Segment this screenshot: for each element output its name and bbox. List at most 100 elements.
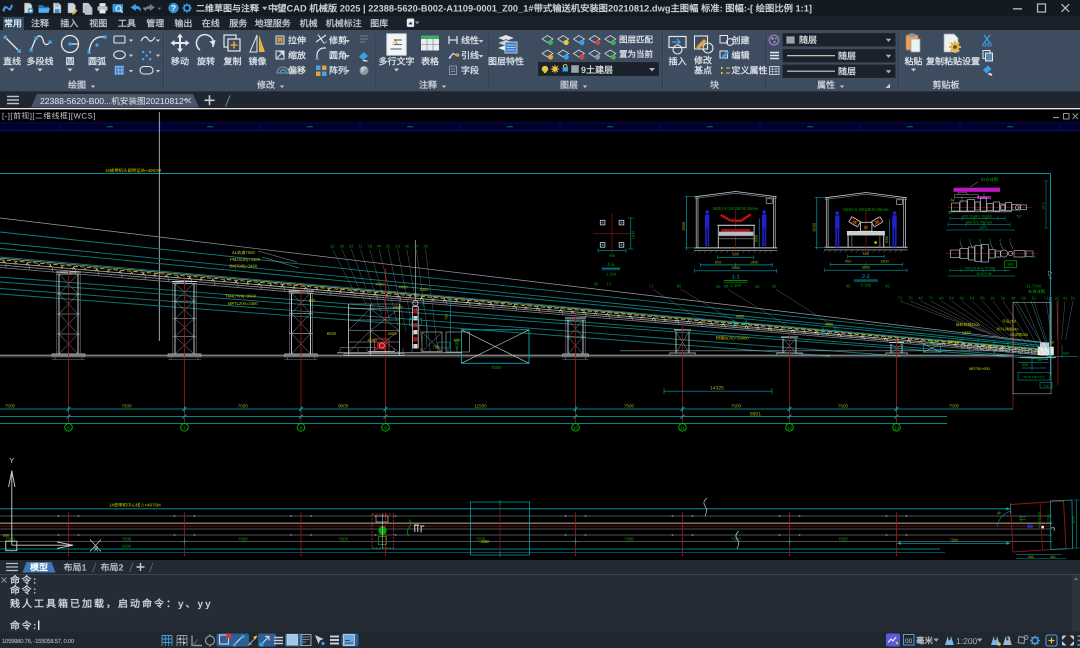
svg-text:B1: B1 <box>948 211 952 215</box>
svg-text:旋转: 旋转 <box>196 57 215 67</box>
svg-text:机械标注: 机械标注 <box>326 19 362 29</box>
svg-text:9000: 9000 <box>338 403 349 408</box>
svg-text:图层: 图层 <box>560 80 578 90</box>
svg-text:000 20 84 5 70 000: 000 20 84 5 70 000 <box>965 266 994 270</box>
svg-text:1:200: 1:200 <box>956 636 978 646</box>
svg-text:MR700+600: MR700+600 <box>969 367 990 371</box>
svg-text:65: 65 <box>772 284 777 289</box>
svg-text:00: 00 <box>905 638 913 645</box>
svg-text:随层: 随层 <box>838 67 856 77</box>
svg-text:33: 33 <box>349 243 354 248</box>
svg-text:创建: 创建 <box>731 36 751 46</box>
svg-text:4400: 4400 <box>420 287 430 292</box>
svg-text:料仓详图: 料仓详图 <box>981 177 998 182</box>
svg-text:34: 34 <box>423 243 428 248</box>
svg-text:53: 53 <box>960 295 965 300</box>
svg-text:58: 58 <box>367 243 372 248</box>
svg-text:600: 600 <box>733 253 739 257</box>
svg-text:7500: 7500 <box>838 403 849 408</box>
svg-text:毫米: 毫米 <box>916 636 934 646</box>
svg-text:属性: 属性 <box>816 80 835 90</box>
svg-text:31: 31 <box>1055 295 1060 300</box>
svg-text:布局2: 布局2 <box>99 562 123 572</box>
svg-text:插入: 插入 <box>60 19 78 29</box>
svg-text:50: 50 <box>864 225 868 229</box>
svg-text:表格: 表格 <box>420 57 440 67</box>
svg-text:视图: 视图 <box>89 19 107 29</box>
svg-text:21: 21 <box>990 295 995 300</box>
svg-text:7: 7 <box>183 426 186 431</box>
svg-text:740: 740 <box>1043 384 1049 388</box>
svg-text:[-][前视][二维线框][WCS]: [-][前视][二维线框][WCS] <box>2 111 96 120</box>
svg-text:45: 45 <box>755 284 760 289</box>
svg-text:8: 8 <box>300 426 303 431</box>
svg-text:注释: 注释 <box>31 19 50 29</box>
svg-text:2875: 2875 <box>1042 202 1046 209</box>
svg-text:修改: 修改 <box>693 56 713 66</box>
svg-text:给料机构9200: 给料机构9200 <box>956 322 980 327</box>
svg-text:1059980.76, -155058.57, 0.00: 1059980.76, -155058.57, 0.00 <box>2 638 75 645</box>
svg-text:常用: 常用 <box>4 19 22 29</box>
svg-text:25: 25 <box>1049 276 1053 280</box>
svg-text:阵列: 阵列 <box>329 66 347 76</box>
svg-text:移动: 移动 <box>171 57 189 67</box>
svg-text:56: 56 <box>1001 295 1006 300</box>
svg-text:圆角: 圆角 <box>329 51 347 61</box>
svg-text:56: 56 <box>1021 295 1026 300</box>
svg-text:插入: 插入 <box>668 57 686 67</box>
svg-text:55: 55 <box>980 295 985 300</box>
svg-text:随层: 随层 <box>799 35 817 45</box>
svg-text:地理服务: 地理服务 <box>255 19 292 29</box>
svg-text:服务: 服务 <box>229 19 248 29</box>
svg-text:置为当前: 置为当前 <box>619 49 654 59</box>
svg-text:35: 35 <box>853 220 857 224</box>
svg-text:2: 2 <box>1009 238 1011 242</box>
svg-text:6#详图200: 6#详图200 <box>1010 332 1028 337</box>
svg-text:仓位650: 仓位650 <box>947 339 961 344</box>
svg-text:22388-5620-B00...机安装图20210812*: 22388-5620-B00...机安装图20210812* <box>40 96 188 106</box>
svg-text:7500: 7500 <box>731 403 742 408</box>
svg-text:(700): (700) <box>1047 514 1051 522</box>
svg-text:料斗详图540: 料斗详图540 <box>997 327 1019 332</box>
svg-text:44: 44 <box>1011 295 1016 300</box>
svg-text:71: 71 <box>649 284 654 289</box>
svg-text:定义属性: 定义属性 <box>731 66 768 76</box>
svg-text:50B: 50B <box>1007 262 1014 266</box>
svg-text:600: 600 <box>1022 363 1028 367</box>
svg-text:32: 32 <box>330 243 335 248</box>
svg-text:字段: 字段 <box>461 66 480 76</box>
svg-text:模型: 模型 <box>30 562 48 572</box>
svg-text:注释: 注释 <box>419 80 438 90</box>
svg-text:11.7000: 11.7000 <box>1027 283 1042 288</box>
svg-text:950: 950 <box>715 260 721 264</box>
svg-text:2000: 2000 <box>122 544 132 549</box>
svg-text:600: 600 <box>454 338 461 343</box>
svg-text:拉伸: 拉伸 <box>288 36 306 46</box>
svg-text:797: 797 <box>1016 214 1022 218</box>
svg-text:43: 43 <box>939 295 944 300</box>
svg-text:3800: 3800 <box>731 266 739 270</box>
svg-text:7500: 7500 <box>122 536 132 541</box>
svg-text:5: 5 <box>969 238 971 242</box>
svg-text:600: 600 <box>863 252 869 256</box>
svg-text:44: 44 <box>377 243 382 248</box>
svg-text:4500: 4500 <box>368 338 378 343</box>
svg-text:9土建层: 9土建层 <box>581 65 613 75</box>
svg-text:直线: 直线 <box>3 57 21 67</box>
svg-text:950: 950 <box>609 254 615 258</box>
svg-text:900 875 790 500: 900 875 790 500 <box>966 220 992 224</box>
svg-text:输出: 输出 <box>174 19 192 29</box>
svg-text:08 05 120 5 8 9: 08 05 120 5 8 9 <box>1024 375 1045 379</box>
svg-text:PM25(40)=2400: PM25(40)=2400 <box>230 257 261 262</box>
svg-text:1900: 1900 <box>880 260 888 264</box>
svg-text:13: 13 <box>894 426 900 431</box>
svg-text:圆: 圆 <box>65 57 74 67</box>
svg-text:1-1: 1-1 <box>732 274 740 280</box>
svg-text:9: 9 <box>384 426 387 431</box>
svg-text:随层: 随层 <box>838 51 856 61</box>
svg-text:51: 51 <box>1032 295 1037 300</box>
svg-text:复制粘贴设置: 复制粘贴设置 <box>925 57 980 67</box>
svg-text:2975: 2975 <box>979 226 987 230</box>
svg-text:A: A <box>392 37 399 47</box>
svg-text:4575: 4575 <box>1072 516 1076 523</box>
